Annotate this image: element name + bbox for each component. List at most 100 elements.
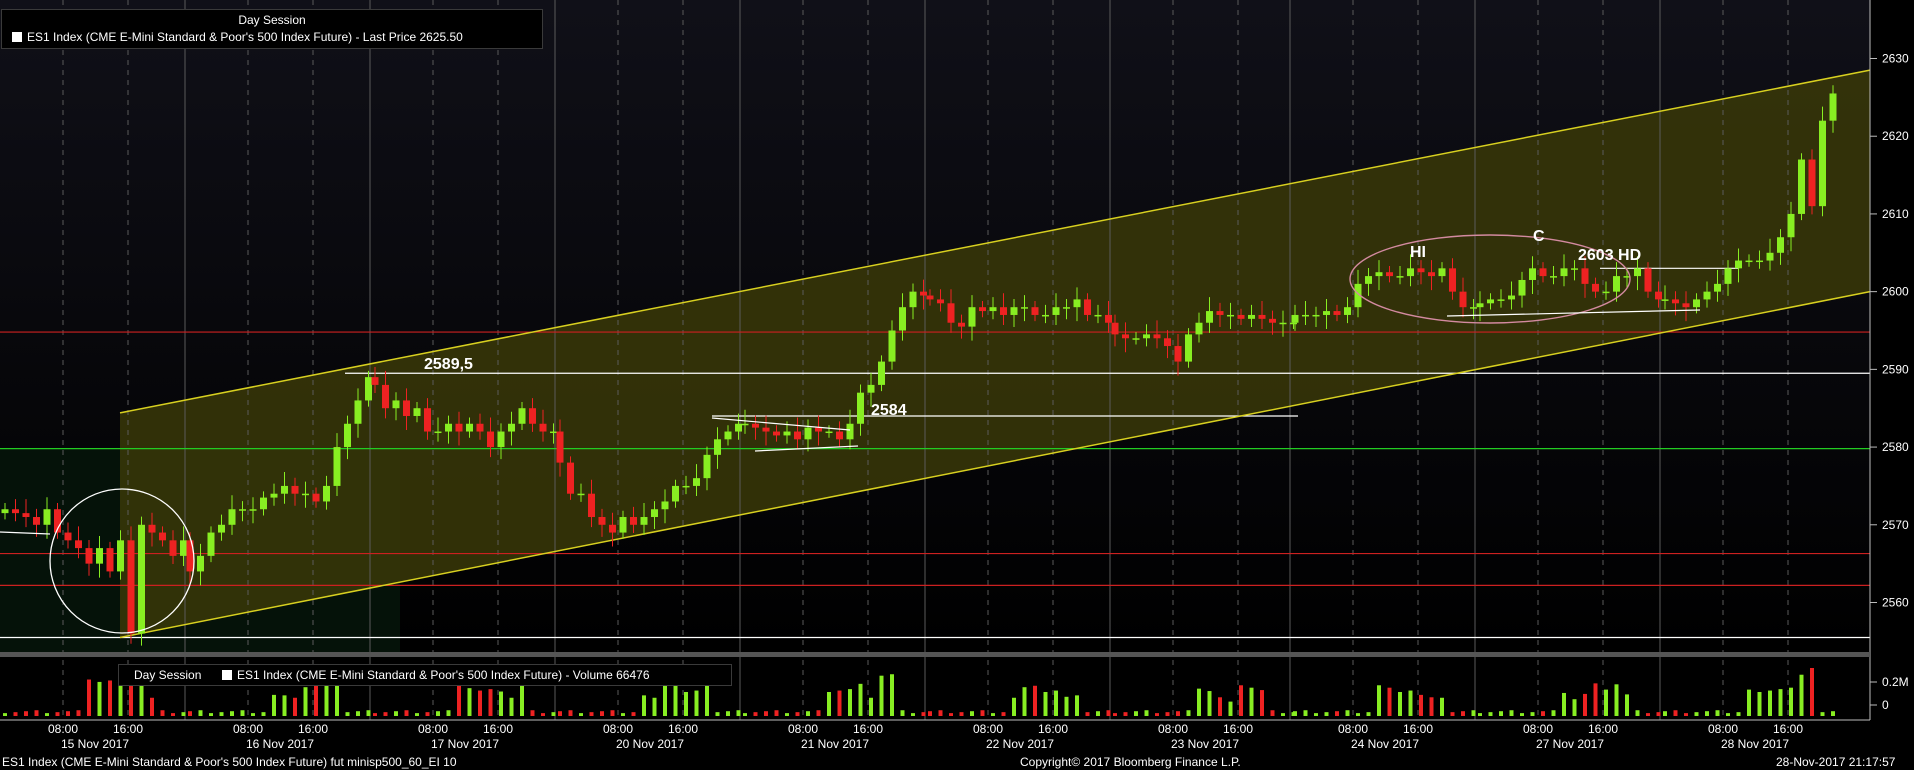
candle-body xyxy=(598,517,606,525)
candle-body xyxy=(1344,307,1351,315)
candle-body xyxy=(630,517,637,525)
volume-bar xyxy=(3,713,7,716)
volume-bar xyxy=(1684,713,1688,716)
volume-bar xyxy=(1747,689,1751,716)
volume-bar xyxy=(1646,713,1650,716)
y-tick-label: 2590 xyxy=(1882,362,1909,376)
candle-body xyxy=(281,485,288,494)
time-tick-label: 08:00 xyxy=(418,722,448,736)
date-tick-label: 22 Nov 2017 xyxy=(986,737,1054,751)
volume-bar xyxy=(1228,701,1233,716)
candle-body xyxy=(1084,299,1091,315)
volume-bar xyxy=(1499,711,1503,716)
time-tick-label: 16:00 xyxy=(1038,722,1068,736)
candle-body xyxy=(1438,268,1446,277)
candle-body xyxy=(476,423,484,432)
candle-body xyxy=(773,431,780,436)
candle-body xyxy=(197,555,204,572)
time-tick-label: 16:00 xyxy=(1223,722,1253,736)
candle-body xyxy=(466,423,473,432)
volume-bar xyxy=(1366,712,1371,716)
volume-bar xyxy=(1625,694,1629,716)
volume-bar xyxy=(345,712,350,716)
candle-body xyxy=(1407,268,1414,277)
volume-bar xyxy=(1694,712,1699,716)
volume-bar xyxy=(1085,712,1090,716)
candle-body xyxy=(1237,314,1245,319)
candle-body xyxy=(518,408,526,424)
price-legend: Day Session ES1 Index (CME E-Mini Standa… xyxy=(1,9,543,49)
volume-bar xyxy=(1123,712,1128,716)
volume-bar xyxy=(1768,690,1772,716)
candle-body xyxy=(354,400,362,424)
candle-body xyxy=(1518,279,1526,296)
volume-swatch xyxy=(222,670,232,680)
candle-body xyxy=(651,509,658,518)
y-tick-label: 2620 xyxy=(1882,129,1909,143)
candle-body xyxy=(218,524,225,533)
volume-bar xyxy=(1509,710,1514,716)
candle-body xyxy=(1132,338,1140,340)
annotation-label: C xyxy=(1533,228,1545,245)
candle-body xyxy=(1550,276,1557,278)
candle-body xyxy=(1735,260,1742,269)
candle-body xyxy=(1592,283,1599,292)
volume-bar xyxy=(1335,711,1339,716)
candle-body xyxy=(1031,307,1039,315)
time-tick-label: 16:00 xyxy=(483,722,513,736)
footer-ticker: ES1 Index (CME E-Mini Standard & Poor's … xyxy=(2,755,457,769)
candle-body xyxy=(1042,314,1049,317)
volume-bar xyxy=(1789,687,1793,716)
candle-body xyxy=(344,423,351,448)
candle-body xyxy=(33,517,40,525)
candle-body xyxy=(741,423,749,426)
candle-body xyxy=(1333,311,1341,315)
candle-body xyxy=(1449,268,1456,292)
candle-body xyxy=(1613,276,1620,292)
candle-body xyxy=(445,423,452,432)
volume-bar xyxy=(1387,687,1392,716)
candle-body xyxy=(1021,307,1028,309)
candle-body xyxy=(1174,346,1182,362)
volume-bar xyxy=(1471,710,1476,716)
volume-bar xyxy=(171,713,175,716)
time-tick-label: 16:00 xyxy=(298,722,328,736)
volume-series-label: ES1 Index (CME E-Mini Standard & Poor's … xyxy=(222,667,650,683)
candle-body xyxy=(249,509,257,511)
candle-body xyxy=(735,423,742,432)
candle-body xyxy=(127,540,135,634)
volume-bar xyxy=(1356,713,1360,716)
volume-bar xyxy=(806,711,810,716)
candle-body xyxy=(1714,283,1721,292)
candle-body xyxy=(609,524,616,533)
candle-body xyxy=(899,307,906,331)
candle-body xyxy=(577,493,585,496)
volume-bar xyxy=(600,711,604,716)
candle-body xyxy=(1766,252,1774,261)
candle-body xyxy=(1560,268,1568,277)
volume-bar xyxy=(1440,697,1444,716)
candle-body xyxy=(333,447,341,486)
volume-bar xyxy=(568,710,573,716)
volume-bar xyxy=(1001,712,1006,716)
volume-bar xyxy=(1583,693,1587,716)
candle-body xyxy=(260,497,267,510)
volume-bar xyxy=(715,712,720,716)
candle-body xyxy=(825,431,833,434)
candle-body xyxy=(661,501,669,510)
candle-body xyxy=(1386,272,1393,277)
candle-body xyxy=(1323,311,1330,315)
volume-bar xyxy=(457,685,461,716)
candle-body xyxy=(1487,299,1494,304)
series-swatch xyxy=(12,32,22,42)
candle-body xyxy=(1508,295,1515,300)
volume-bar xyxy=(108,680,112,716)
volume-bar xyxy=(1144,710,1149,716)
candle-body xyxy=(920,291,927,296)
volume-bar xyxy=(1218,697,1222,716)
volume-bar xyxy=(1134,711,1138,716)
candle-body xyxy=(1672,299,1679,304)
volume-bar xyxy=(1113,713,1117,716)
candle-body xyxy=(1539,268,1547,277)
candle-body xyxy=(1777,237,1784,253)
